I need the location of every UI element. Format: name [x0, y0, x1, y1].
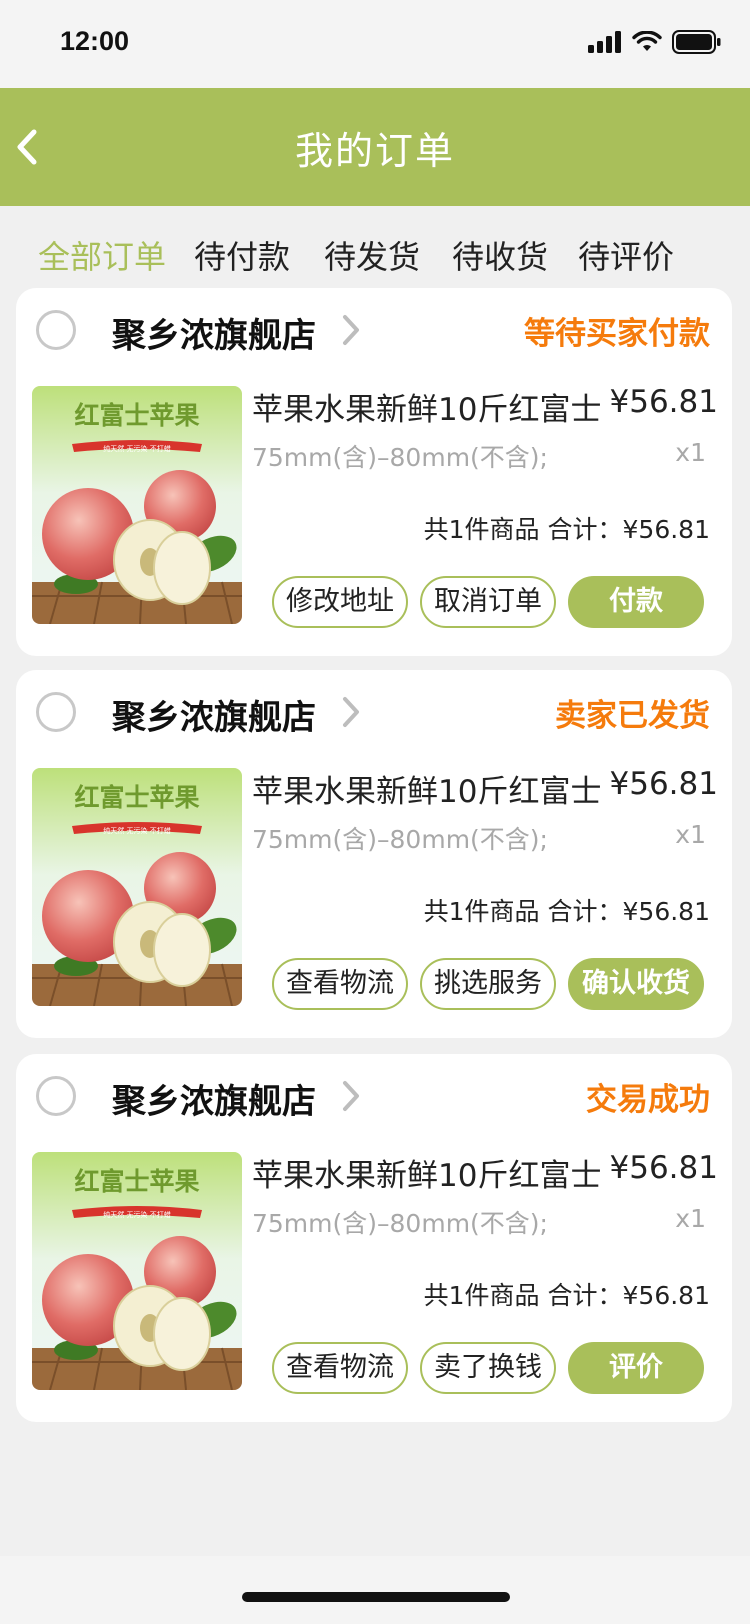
order-summary: 共1件商品 合计：¥56.81: [423, 515, 710, 544]
product-price: ¥56.81: [609, 384, 718, 420]
order-card-3: 聚乡浓旗舰店 交易成功 红富士苹果 纯天然 无污染 不打蜡 苹果水果新鲜10斤红…: [16, 1054, 732, 1422]
order-action-button[interactable]: 卖了换钱: [420, 1342, 556, 1394]
store-name[interactable]: 聚乡浓旗舰店: [112, 308, 316, 357]
tab-pending-receipt[interactable]: 待收货: [452, 232, 548, 278]
battery-icon: [672, 30, 721, 54]
product-image[interactable]: 红富士苹果 纯天然 无污染 不打蜡: [32, 386, 242, 624]
product-image[interactable]: 红富士苹果 纯天然 无污染 不打蜡: [32, 768, 242, 1006]
order-primary-button[interactable]: 评价: [568, 1342, 704, 1394]
order-action-button[interactable]: 查看物流: [272, 1342, 408, 1394]
product-title[interactable]: 苹果水果新鲜10斤红富士: [252, 384, 601, 429]
order-status: 等待买家付款: [524, 316, 710, 352]
order-primary-button[interactable]: 付款: [568, 576, 704, 628]
cellular-signal-icon: [588, 31, 621, 53]
product-quantity: x1: [675, 820, 706, 849]
product-image-banner: 纯天然 无污染 不打蜡: [103, 1210, 170, 1219]
tab-pending-payment[interactable]: 待付款: [194, 232, 290, 278]
select-radio[interactable]: [36, 692, 76, 732]
select-radio[interactable]: [36, 310, 76, 350]
apple-product-photo: 红富士苹果 纯天然 无污染 不打蜡: [32, 386, 242, 624]
tab-pending-review[interactable]: 待评价: [578, 232, 674, 278]
product-quantity: x1: [675, 1204, 706, 1233]
home-indicator[interactable]: [242, 1592, 510, 1602]
product-spec: 75mm(含)–80mm(不含);: [252, 825, 548, 854]
product-quantity: x1: [675, 438, 706, 467]
order-action-button[interactable]: 修改地址: [272, 576, 408, 628]
status-time: 12:00: [60, 26, 130, 56]
order-action-button[interactable]: 挑选服务: [420, 958, 556, 1010]
order-card-2: 聚乡浓旗舰店 卖家已发货 红富士苹果 纯天然 无污染 不打蜡 苹果水果新鲜10斤…: [16, 670, 732, 1038]
home-indicator-area: [0, 1556, 750, 1624]
order-summary: 共1件商品 合计：¥56.81: [423, 1281, 710, 1310]
order-tabs: 全部订单 待付款 待发货 待收货 待评价: [0, 206, 750, 298]
apple-product-photo: 红富士苹果 纯天然 无污染 不打蜡: [32, 1152, 242, 1390]
product-price: ¥56.81: [609, 766, 718, 802]
order-summary: 共1件商品 合计：¥56.81: [423, 897, 710, 926]
order-action-button[interactable]: 查看物流: [272, 958, 408, 1010]
chevron-right-icon[interactable]: [338, 1078, 364, 1114]
store-name[interactable]: 聚乡浓旗舰店: [112, 1074, 316, 1123]
apple-product-photo: 红富士苹果 纯天然 无污染 不打蜡: [32, 768, 242, 1006]
product-spec: 75mm(含)–80mm(不含);: [252, 1209, 548, 1238]
page-title: 我的订单: [294, 129, 455, 173]
status-icons: [588, 30, 722, 54]
select-radio[interactable]: [36, 1076, 76, 1116]
order-primary-button[interactable]: 确认收货: [568, 958, 704, 1010]
status-bar: 12:00: [0, 0, 750, 88]
store-name[interactable]: 聚乡浓旗舰店: [112, 690, 316, 739]
order-status: 交易成功: [586, 1082, 710, 1118]
product-title[interactable]: 苹果水果新鲜10斤红富士: [252, 1150, 601, 1195]
product-image-banner: 纯天然 无污染 不打蜡: [103, 444, 170, 453]
nav-bar: 我的订单: [0, 88, 750, 206]
product-image[interactable]: 红富士苹果 纯天然 无污染 不打蜡: [32, 1152, 242, 1390]
product-price: ¥56.81: [609, 1150, 718, 1186]
product-image-title: 红富士苹果: [74, 783, 199, 812]
tab-all-orders[interactable]: 全部订单: [38, 232, 166, 278]
product-image-banner: 纯天然 无污染 不打蜡: [103, 826, 170, 835]
product-title[interactable]: 苹果水果新鲜10斤红富士: [252, 766, 601, 811]
chevron-right-icon[interactable]: [338, 694, 364, 730]
order-card-1: 聚乡浓旗舰店 等待买家付款 红富士苹果 纯天然 无污染 不打蜡 苹果水果新鲜10…: [16, 288, 732, 656]
product-spec: 75mm(含)–80mm(不含);: [252, 443, 548, 472]
order-action-button[interactable]: 取消订单: [420, 576, 556, 628]
order-status: 卖家已发货: [555, 698, 710, 734]
wifi-icon: [632, 31, 662, 51]
product-image-title: 红富士苹果: [74, 401, 199, 430]
product-image-title: 红富士苹果: [74, 1167, 199, 1196]
chevron-right-icon[interactable]: [338, 312, 364, 348]
tab-pending-shipment[interactable]: 待发货: [324, 232, 420, 278]
